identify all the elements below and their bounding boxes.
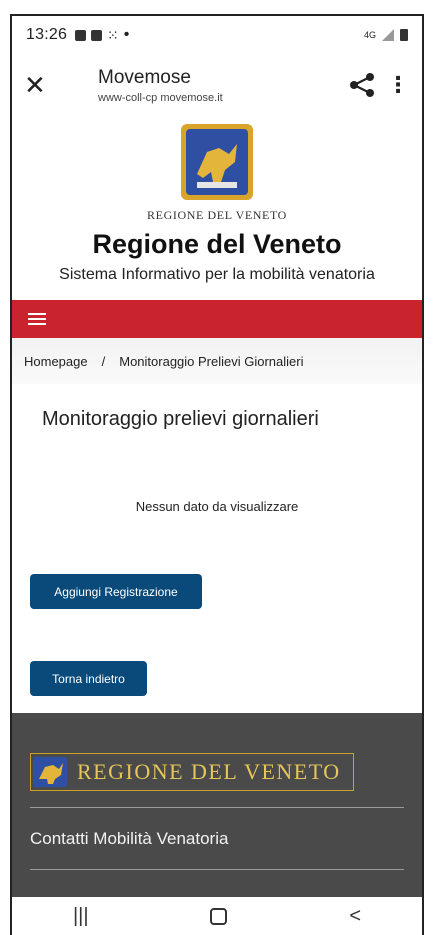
network-label: 4G bbox=[363, 30, 376, 40]
app-icon bbox=[91, 29, 103, 41]
footer-divider bbox=[30, 807, 404, 808]
tab-title: Movemose bbox=[98, 66, 191, 88]
custom-tab-bar: ✕ Movemose www-coll-cp movemose.it ⋮ bbox=[12, 54, 422, 116]
dot-icon: • bbox=[123, 26, 130, 43]
footer-logo-text: REGIONE DEL VENETO bbox=[77, 759, 341, 784]
footer-divider bbox=[30, 869, 404, 870]
footer-crest-icon bbox=[33, 757, 67, 787]
site-subtitle: Sistema Informativo per la mobilità vena… bbox=[59, 266, 375, 283]
back-nav-icon[interactable]: < bbox=[349, 905, 361, 928]
home-icon[interactable] bbox=[210, 907, 228, 925]
hamburger-menu-icon[interactable] bbox=[28, 310, 46, 328]
phone-screen: 13:26 ⁙ • 4G ✕ Movemose www-coll-cp move… bbox=[10, 14, 424, 935]
site-title: Regione del Veneto bbox=[92, 229, 342, 259]
regione-crest-logo[interactable] bbox=[177, 122, 257, 202]
recent-apps-icon[interactable]: ||| bbox=[73, 905, 89, 928]
grid-icon: ⁙ bbox=[107, 26, 119, 43]
page-title: Monitoraggio prelievi giornalieri bbox=[42, 408, 319, 430]
footer-logo[interactable]: REGIONE DEL VENETO bbox=[30, 753, 354, 791]
add-registration-button[interactable]: Aggiungi Registrazione bbox=[30, 574, 202, 609]
empty-message: Nessun dato da visualizzare bbox=[135, 499, 299, 514]
share-icon[interactable] bbox=[346, 69, 378, 101]
footer: REGIONE DEL VENETO Contatti Mobilità Ven… bbox=[12, 713, 422, 899]
footer-contact-link[interactable]: Contatti Mobilità Venatoria bbox=[30, 829, 228, 849]
more-options-icon[interactable]: ⋮ bbox=[386, 74, 410, 96]
nav-bar bbox=[12, 300, 422, 338]
back-button[interactable]: Torna indietro bbox=[30, 661, 147, 696]
breadcrumb-home[interactable]: Homepage bbox=[24, 354, 88, 369]
status-bar: 13:26 ⁙ • 4G bbox=[12, 16, 422, 54]
breadcrumb-current: Monitoraggio Prelievi Giornalieri bbox=[119, 353, 304, 369]
gallery-icon bbox=[75, 29, 87, 41]
logo-caption: REGIONE DEL VENETO bbox=[147, 208, 287, 222]
status-time: 13:26 bbox=[26, 26, 68, 43]
tab-url: www-coll-cp movemose.it bbox=[98, 91, 223, 104]
breadcrumb-separator: / bbox=[101, 353, 106, 369]
signal-icon bbox=[382, 29, 394, 41]
system-navbar: ||| < bbox=[12, 897, 422, 935]
battery-icon bbox=[400, 29, 408, 41]
close-icon[interactable]: ✕ bbox=[24, 72, 64, 98]
breadcrumb: Homepage / Monitoraggio Prelievi Giornal… bbox=[12, 338, 422, 384]
